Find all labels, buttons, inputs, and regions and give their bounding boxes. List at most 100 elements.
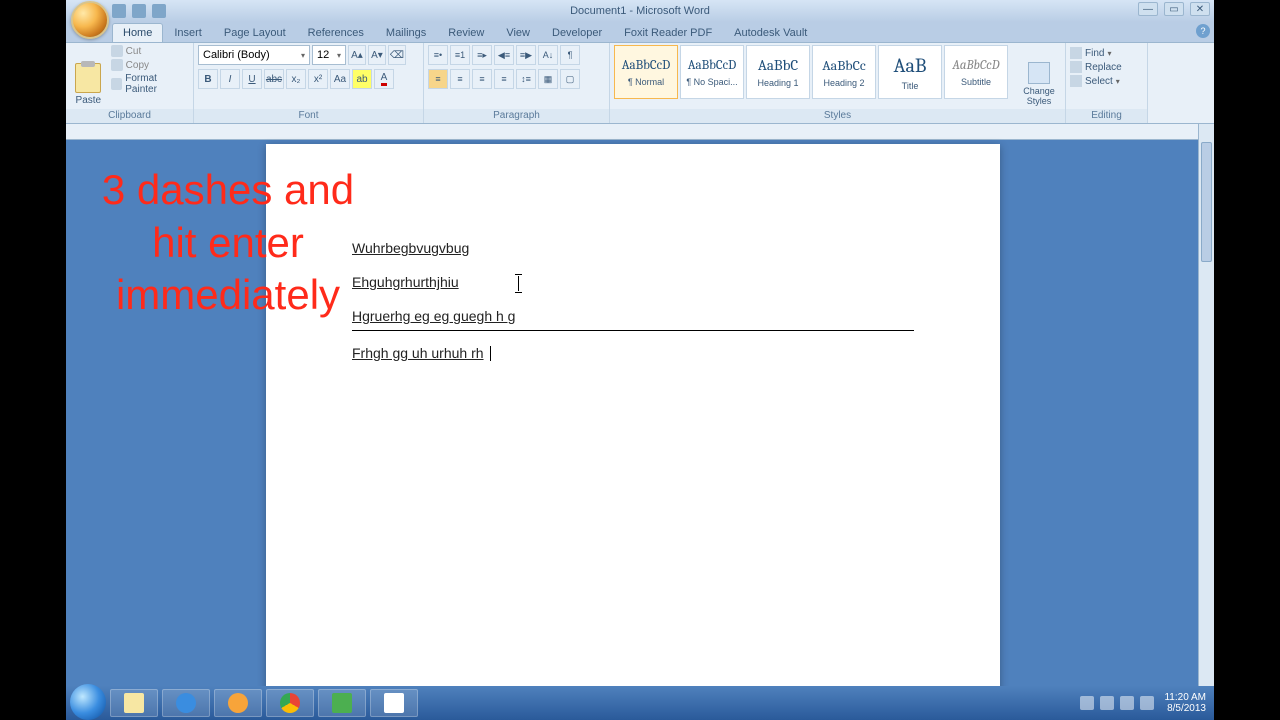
- cut-button[interactable]: Cut: [111, 45, 189, 57]
- maximize-button[interactable]: ▭: [1164, 2, 1184, 16]
- start-button[interactable]: [70, 684, 106, 720]
- style-normal[interactable]: AaBbCcD¶ Normal: [614, 45, 678, 99]
- group-label-styles: Styles: [610, 109, 1065, 123]
- save-icon[interactable]: [112, 4, 126, 18]
- superscript-button[interactable]: x²: [308, 69, 328, 89]
- group-styles: AaBbCcD¶ Normal AaBbCcD¶ No Spaci... AaB…: [610, 43, 1066, 123]
- tab-view[interactable]: View: [495, 23, 541, 42]
- chrome-icon: [280, 693, 300, 713]
- document-workspace: 3 dashes and hit enter immediately Wuhrb…: [66, 124, 1214, 702]
- select-button[interactable]: Select▾: [1070, 75, 1122, 87]
- taskbar-ie[interactable]: [162, 689, 210, 717]
- text-caret-icon: [518, 276, 519, 291]
- tab-insert[interactable]: Insert: [163, 23, 213, 42]
- tab-foxit[interactable]: Foxit Reader PDF: [613, 23, 723, 42]
- decrease-indent-button[interactable]: ◀≡: [494, 45, 514, 65]
- media-icon: [228, 693, 248, 713]
- undo-icon[interactable]: [132, 4, 146, 18]
- sort-button[interactable]: A↓: [538, 45, 558, 65]
- tray-icon[interactable]: [1080, 696, 1094, 710]
- group-paragraph: ≡• ≡1 ≡▸ ◀≡ ≡▶ A↓ ¶ ≡ ≡ ≡ ≡ ↕≡ ▦ ▢: [424, 43, 610, 123]
- justify-button[interactable]: ≡: [494, 69, 514, 89]
- title-bar: Document1 - Microsoft Word — ▭ ✕: [66, 0, 1214, 22]
- insertion-cursor: [490, 346, 491, 361]
- tray-icon[interactable]: [1100, 696, 1114, 710]
- bullets-button[interactable]: ≡•: [428, 45, 448, 65]
- font-color-button[interactable]: A: [374, 69, 394, 89]
- style-no-spacing[interactable]: AaBbCcD¶ No Spaci...: [680, 45, 744, 99]
- taskbar-media-player[interactable]: [214, 689, 262, 717]
- ie-icon: [176, 693, 196, 713]
- style-heading2[interactable]: AaBbCcHeading 2: [812, 45, 876, 99]
- font-name-dropdown[interactable]: Calibri (Body)▾: [198, 45, 310, 65]
- align-left-button[interactable]: ≡: [428, 69, 448, 89]
- borders-button[interactable]: ▢: [560, 69, 580, 89]
- tray-volume-icon[interactable]: [1140, 696, 1154, 710]
- tab-references[interactable]: References: [297, 23, 375, 42]
- group-clipboard: Paste Cut Copy Format Painter Clipboard: [66, 43, 194, 123]
- vertical-scrollbar[interactable]: [1198, 124, 1214, 702]
- scrollbar-thumb[interactable]: [1201, 142, 1212, 262]
- grow-font-button[interactable]: A▴: [348, 45, 366, 65]
- change-case-button[interactable]: Aa: [330, 69, 350, 89]
- paste-icon: [75, 63, 101, 93]
- select-icon: [1070, 75, 1082, 87]
- taskbar-app[interactable]: [318, 689, 366, 717]
- group-label-font: Font: [194, 109, 423, 123]
- increase-indent-button[interactable]: ≡▶: [516, 45, 536, 65]
- tray-network-icon[interactable]: [1120, 696, 1134, 710]
- group-font: Calibri (Body)▾ 12▾ A▴ A▾ ⌫ B I U abc x₂…: [194, 43, 424, 123]
- doc-line-4: Frhgh gg uh urhuh rh: [352, 345, 484, 361]
- group-label-editing: Editing: [1066, 109, 1147, 123]
- copy-button[interactable]: Copy: [111, 59, 189, 71]
- tab-autodesk[interactable]: Autodesk Vault: [723, 23, 818, 42]
- cut-icon: [111, 45, 123, 57]
- format-painter-button[interactable]: Format Painter: [111, 73, 189, 95]
- system-tray: 11:20 AM 8/5/2013: [1080, 692, 1210, 714]
- subscript-button[interactable]: x₂: [286, 69, 306, 89]
- office-button[interactable]: [71, 1, 109, 39]
- chevron-down-icon: ▾: [337, 51, 341, 60]
- shading-button[interactable]: ▦: [538, 69, 558, 89]
- windows-taskbar: 11:20 AM 8/5/2013: [66, 686, 1214, 720]
- tab-home[interactable]: Home: [112, 23, 163, 42]
- show-marks-button[interactable]: ¶: [560, 45, 580, 65]
- style-title[interactable]: AaBTitle: [878, 45, 942, 99]
- close-button[interactable]: ✕: [1190, 2, 1210, 16]
- tab-page-layout[interactable]: Page Layout: [213, 23, 297, 42]
- italic-button[interactable]: I: [220, 69, 240, 89]
- strikethrough-button[interactable]: abc: [264, 69, 284, 89]
- taskbar-chrome[interactable]: [266, 689, 314, 717]
- bold-button[interactable]: B: [198, 69, 218, 89]
- horizontal-ruler[interactable]: [66, 124, 1198, 140]
- tab-mailings[interactable]: Mailings: [375, 23, 437, 42]
- highlight-button[interactable]: ab: [352, 69, 372, 89]
- taskbar-word[interactable]: [370, 689, 418, 717]
- help-icon[interactable]: ?: [1196, 24, 1210, 38]
- annotation-overlay: 3 dashes and hit enter immediately: [78, 164, 378, 322]
- find-icon: [1070, 47, 1082, 59]
- style-heading1[interactable]: AaBbCHeading 1: [746, 45, 810, 99]
- clear-formatting-button[interactable]: ⌫: [388, 45, 406, 65]
- align-right-button[interactable]: ≡: [472, 69, 492, 89]
- group-label-clipboard: Clipboard: [66, 109, 193, 123]
- word-icon: [384, 693, 404, 713]
- underline-button[interactable]: U: [242, 69, 262, 89]
- font-size-dropdown[interactable]: 12▾: [312, 45, 346, 65]
- taskbar-explorer[interactable]: [110, 689, 158, 717]
- shrink-font-button[interactable]: A▾: [368, 45, 386, 65]
- copy-icon: [111, 59, 123, 71]
- minimize-button[interactable]: —: [1138, 2, 1158, 16]
- replace-button[interactable]: Replace: [1070, 61, 1122, 73]
- tab-developer[interactable]: Developer: [541, 23, 613, 42]
- tray-clock[interactable]: 11:20 AM 8/5/2013: [1164, 692, 1206, 714]
- multilevel-button[interactable]: ≡▸: [472, 45, 492, 65]
- redo-icon[interactable]: [152, 4, 166, 18]
- numbering-button[interactable]: ≡1: [450, 45, 470, 65]
- line-spacing-button[interactable]: ↕≡: [516, 69, 536, 89]
- align-center-button[interactable]: ≡: [450, 69, 470, 89]
- quick-access-toolbar: [112, 4, 166, 18]
- style-subtitle[interactable]: AaBbCcDSubtitle: [944, 45, 1008, 99]
- find-button[interactable]: Find▾: [1070, 47, 1122, 59]
- tab-review[interactable]: Review: [437, 23, 495, 42]
